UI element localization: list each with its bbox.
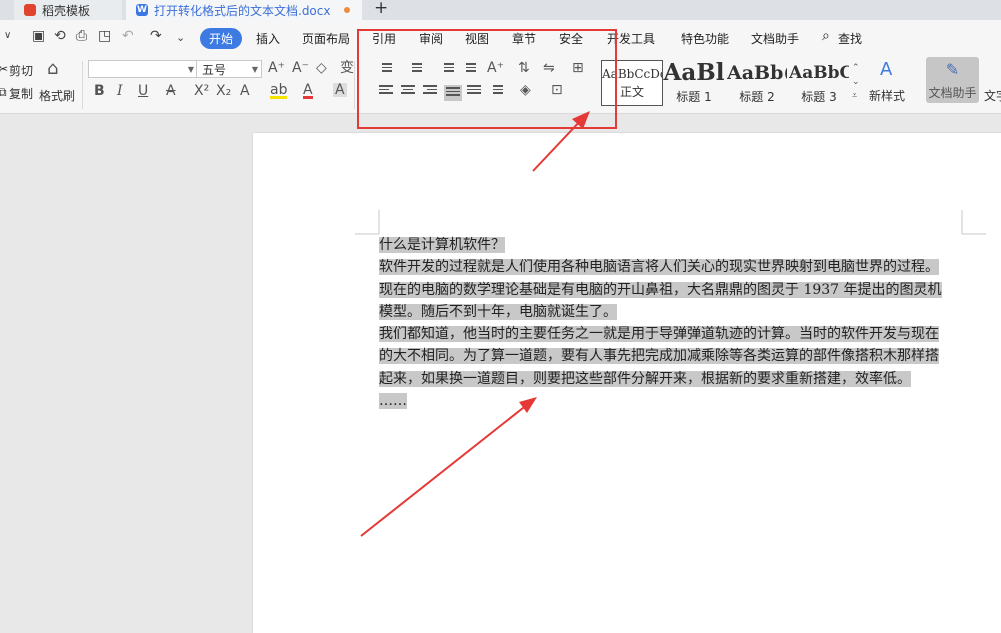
selected-text: 什么是计算机软件？: [379, 237, 505, 253]
selected-text: 的大不相同。为了算一道题，要有人事先把完成加减乘除等各类运算的部件像搭积木那样搭: [379, 348, 939, 365]
paragraph-line: 我们都知道，他当时的主要任务之一就是用于导弹弹道轨迹的计算。当时的软件开发与现在: [379, 323, 979, 345]
selected-text: 模型。随后不到十年，电脑就诞生了。: [379, 303, 617, 320]
paragraph-line: 的大不相同。为了算一道题，要有人事先把完成加减乘除等各类运算的部件像搭积木那样搭: [379, 345, 979, 367]
selected-text: 现在的电脑的数学理论基础是有电脑的开山鼻祖，大名鼎鼎的图灵于 1937 年提出的…: [379, 281, 942, 298]
selected-text: ……: [379, 393, 407, 410]
paragraph-line: 现在的电脑的数学理论基础是有电脑的开山鼻祖，大名鼎鼎的图灵于 1937 年提出的…: [379, 279, 979, 301]
paragraph-line: 什么是计算机软件？: [379, 234, 979, 256]
selected-text: 起来，如果换一道题目，则要把这些部件分解开来，根据新的要求重新搭建，效率低。: [379, 370, 911, 387]
selected-text: 软件开发的过程就是人们使用各种电脑语言将人们关心的现实世界映射到电脑世界的过程。: [379, 259, 939, 276]
selected-text: 我们都知道，他当时的主要任务之一就是用于导弹弹道轨迹的计算。当时的软件开发与现在: [379, 326, 939, 343]
paragraph-line: 模型。随后不到十年，电脑就诞生了。: [379, 301, 979, 323]
paragraph-line: 起来，如果换一道题目，则要把这些部件分解开来，根据新的要求重新搭建，效率低。: [379, 368, 979, 390]
paragraph-line: ……: [379, 390, 979, 412]
document-body[interactable]: 什么是计算机软件？ 软件开发的过程就是人们使用各种电脑语言将人们关心的现实世界映…: [379, 234, 979, 412]
paragraph-line: 软件开发的过程就是人们使用各种电脑语言将人们关心的现实世界映射到电脑世界的过程。: [379, 256, 979, 278]
